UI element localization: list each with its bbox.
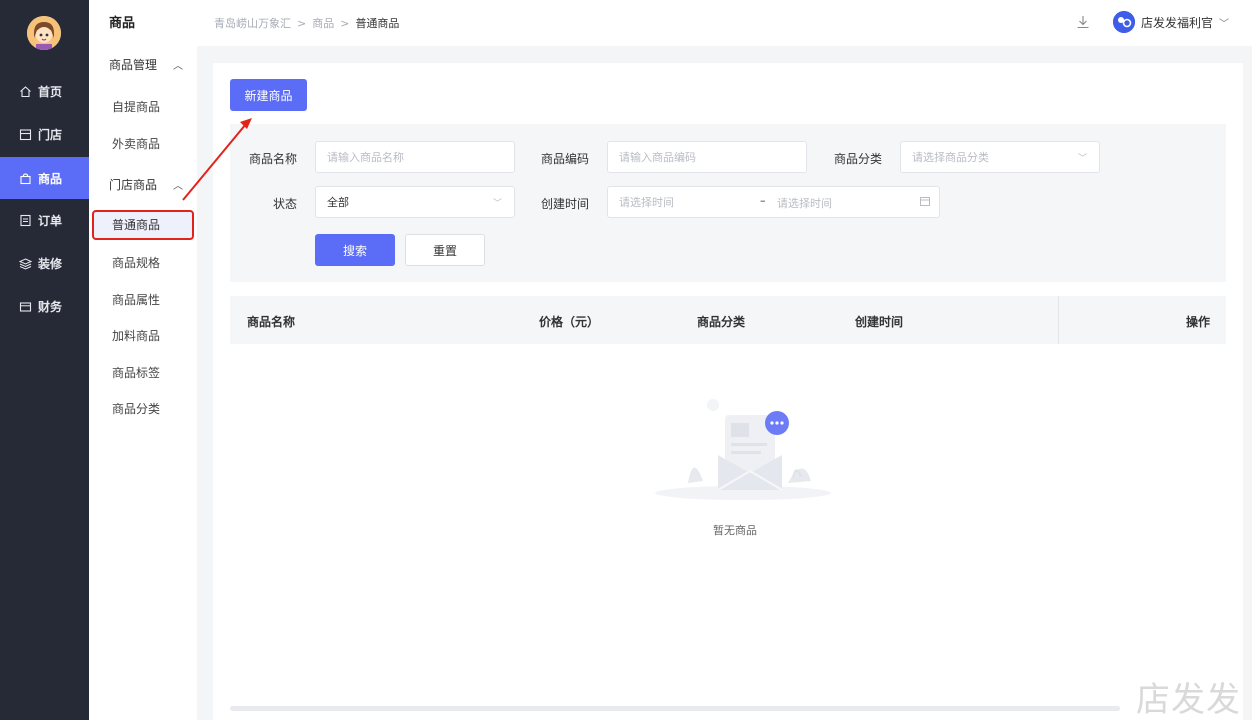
watermark: 店发发	[1136, 680, 1241, 720]
annotation-arrow	[182, 118, 252, 201]
